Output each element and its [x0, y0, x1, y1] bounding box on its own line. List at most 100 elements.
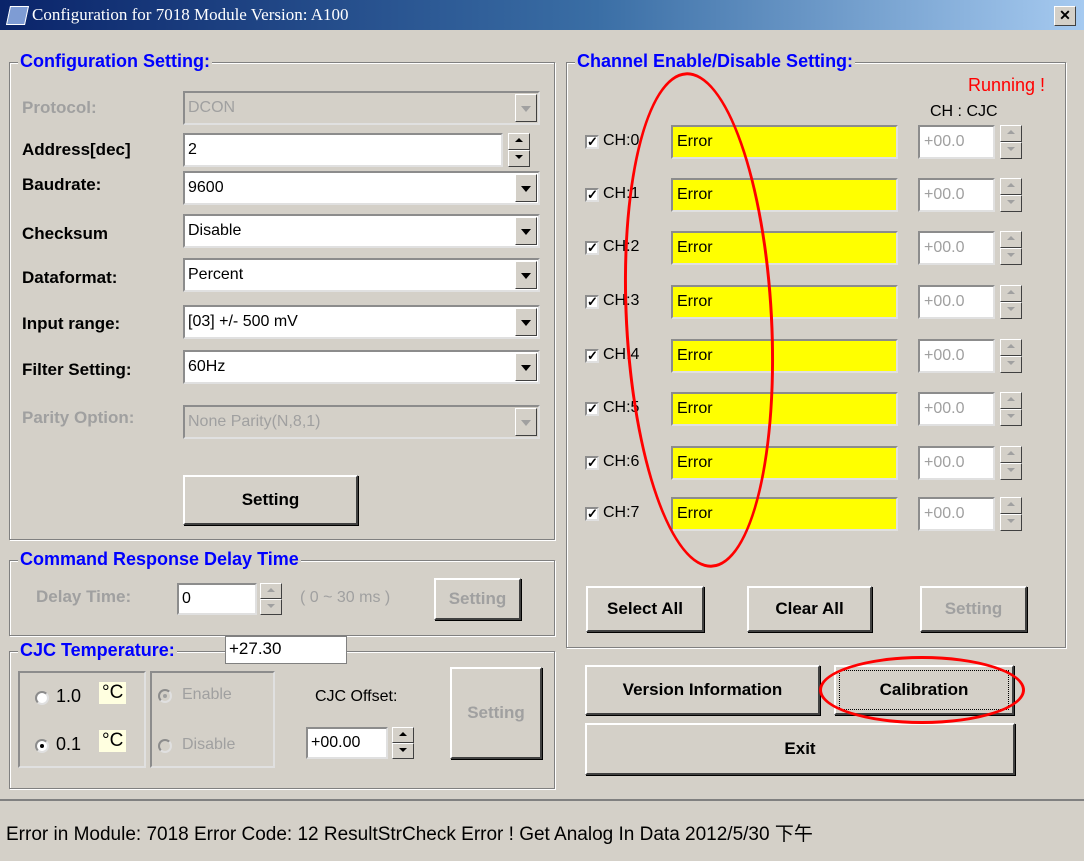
cjc-temperature-field: +27.30 — [225, 636, 347, 664]
channel-cjc-spinner[interactable] — [1000, 178, 1022, 212]
channel-cjc-spinner[interactable] — [1000, 392, 1022, 426]
protocol-value: DCON — [188, 99, 236, 116]
spin-down-icon[interactable] — [1000, 409, 1022, 426]
app-icon — [5, 6, 30, 25]
channel-checkbox[interactable]: ✓ — [585, 135, 599, 149]
spin-up-icon[interactable] — [1000, 125, 1022, 142]
res-01-label: 0.1 — [56, 734, 82, 754]
spin-up-icon[interactable] — [260, 583, 282, 599]
protocol-select: DCON — [183, 91, 540, 125]
protocol-label: Protocol: — [22, 98, 97, 117]
configuration-legend: Configuration Setting: — [18, 51, 212, 72]
address-input[interactable]: 2 — [183, 133, 503, 167]
chevron-down-icon[interactable] — [515, 308, 537, 336]
channel-cjc-spinner[interactable] — [1000, 446, 1022, 480]
input-range-label: Input range: — [22, 314, 121, 333]
spin-up-icon[interactable] — [1000, 446, 1022, 463]
spin-down-icon[interactable] — [508, 150, 530, 167]
channel-cjc-field[interactable]: +00.0 — [918, 125, 995, 159]
spin-up-icon[interactable] — [1000, 178, 1022, 195]
config-setting-button[interactable]: Setting — [183, 475, 358, 525]
spin-down-icon[interactable] — [1000, 356, 1022, 373]
parity-value: None Parity(N,8,1) — [188, 413, 321, 430]
spin-up-icon[interactable] — [392, 727, 414, 743]
channel-checkbox[interactable]: ✓ — [585, 507, 599, 521]
channel-cjc-field[interactable]: +00.0 — [918, 392, 995, 426]
spin-down-icon[interactable] — [1000, 142, 1022, 159]
spin-up-icon[interactable] — [1000, 497, 1022, 514]
parity-select: None Parity(N,8,1) — [183, 405, 540, 439]
channel-cjc-spinner[interactable] — [1000, 231, 1022, 265]
chevron-down-icon[interactable] — [515, 217, 537, 245]
spin-down-icon[interactable] — [1000, 463, 1022, 480]
channel-cjc-field[interactable]: +00.0 — [918, 339, 995, 373]
input-range-select[interactable]: [03] +/- 500 mV — [183, 305, 540, 339]
channel-checkbox[interactable]: ✓ — [585, 456, 599, 470]
status-bar: Error in Module: 7018 Error Code: 12 Res… — [0, 799, 1084, 861]
filter-select[interactable]: 60Hz — [183, 350, 540, 384]
spin-down-icon[interactable] — [1000, 514, 1022, 531]
channel-cjc-spinner[interactable] — [1000, 285, 1022, 319]
spin-down-icon[interactable] — [392, 743, 414, 759]
spin-down-icon[interactable] — [1000, 248, 1022, 265]
cjc-disable-radio[interactable] — [158, 739, 172, 753]
channel-label: CH:7 — [603, 504, 640, 521]
dataformat-select[interactable]: Percent — [183, 258, 540, 292]
channel-checkbox[interactable]: ✓ — [585, 402, 599, 416]
channel-setting-button[interactable]: Setting — [920, 586, 1027, 632]
spin-up-icon[interactable] — [508, 133, 530, 150]
delay-spinner[interactable] — [260, 583, 282, 615]
cjc-offset-spinner[interactable] — [392, 727, 414, 759]
channel-checkbox[interactable]: ✓ — [585, 241, 599, 255]
status-text: Error in Module: 7018 Error Code: 12 Res… — [6, 824, 813, 845]
exit-button[interactable]: Exit — [585, 723, 1015, 775]
filter-value: 60Hz — [188, 358, 226, 375]
channel-cjc-spinner[interactable] — [1000, 497, 1022, 531]
cjc-resolution-group — [18, 671, 146, 768]
res-1-radio[interactable] — [35, 691, 49, 705]
delay-setting-button[interactable]: Setting — [434, 578, 521, 620]
version-information-button[interactable]: Version Information — [585, 665, 820, 715]
channel-cjc-field[interactable]: +00.0 — [918, 231, 995, 265]
spin-up-icon[interactable] — [1000, 285, 1022, 302]
channel-cjc-spinner[interactable] — [1000, 339, 1022, 373]
spin-down-icon[interactable] — [260, 599, 282, 615]
channel-cjc-spinner[interactable] — [1000, 125, 1022, 159]
spin-down-icon[interactable] — [1000, 302, 1022, 319]
cjc-offset-value: +00.00 — [311, 734, 361, 751]
annotation-oval-calibration — [819, 656, 1025, 724]
chevron-down-icon[interactable] — [515, 261, 537, 289]
delay-time-input[interactable]: 0 — [177, 583, 257, 615]
title-bar: Configuration for 7018 Module Version: A… — [0, 0, 1084, 30]
parity-label: Parity Option: — [22, 408, 135, 427]
clear-all-button[interactable]: Clear All — [747, 586, 872, 632]
checksum-value: Disable — [188, 222, 242, 239]
channel-cjc-field[interactable]: +00.0 — [918, 446, 995, 480]
cjc-enable-radio[interactable] — [158, 689, 172, 703]
channel-cjc-field[interactable]: +00.0 — [918, 285, 995, 319]
spin-up-icon[interactable] — [1000, 339, 1022, 356]
channel-cjc-field[interactable]: +00.0 — [918, 497, 995, 531]
checksum-select[interactable]: Disable — [183, 214, 540, 248]
spin-down-icon[interactable] — [1000, 195, 1022, 212]
dataformat-label: Dataformat: — [22, 268, 118, 287]
channel-cjc-field[interactable]: +00.0 — [918, 178, 995, 212]
select-all-button[interactable]: Select All — [586, 586, 704, 632]
delay-time-value: 0 — [182, 590, 191, 607]
channel-checkbox[interactable]: ✓ — [585, 188, 599, 202]
channel-checkbox[interactable]: ✓ — [585, 295, 599, 309]
spin-up-icon[interactable] — [1000, 392, 1022, 409]
close-button[interactable]: ✕ — [1054, 6, 1076, 26]
cjc-setting-button[interactable]: Setting — [450, 667, 542, 759]
cjc-offset-input[interactable]: +00.00 — [306, 727, 388, 759]
spin-up-icon[interactable] — [1000, 231, 1022, 248]
address-spinner[interactable] — [508, 133, 530, 167]
chevron-down-icon[interactable] — [515, 174, 537, 202]
cjc-disable-label: Disable — [182, 736, 236, 753]
res-01-radio[interactable] — [35, 739, 49, 753]
channel-checkbox[interactable]: ✓ — [585, 349, 599, 363]
unit-celsius-1: °C — [99, 682, 127, 704]
baudrate-select[interactable]: 9600 — [183, 171, 540, 205]
chevron-down-icon[interactable] — [515, 353, 537, 381]
cjc-temperature-value: +27.30 — [229, 639, 282, 658]
